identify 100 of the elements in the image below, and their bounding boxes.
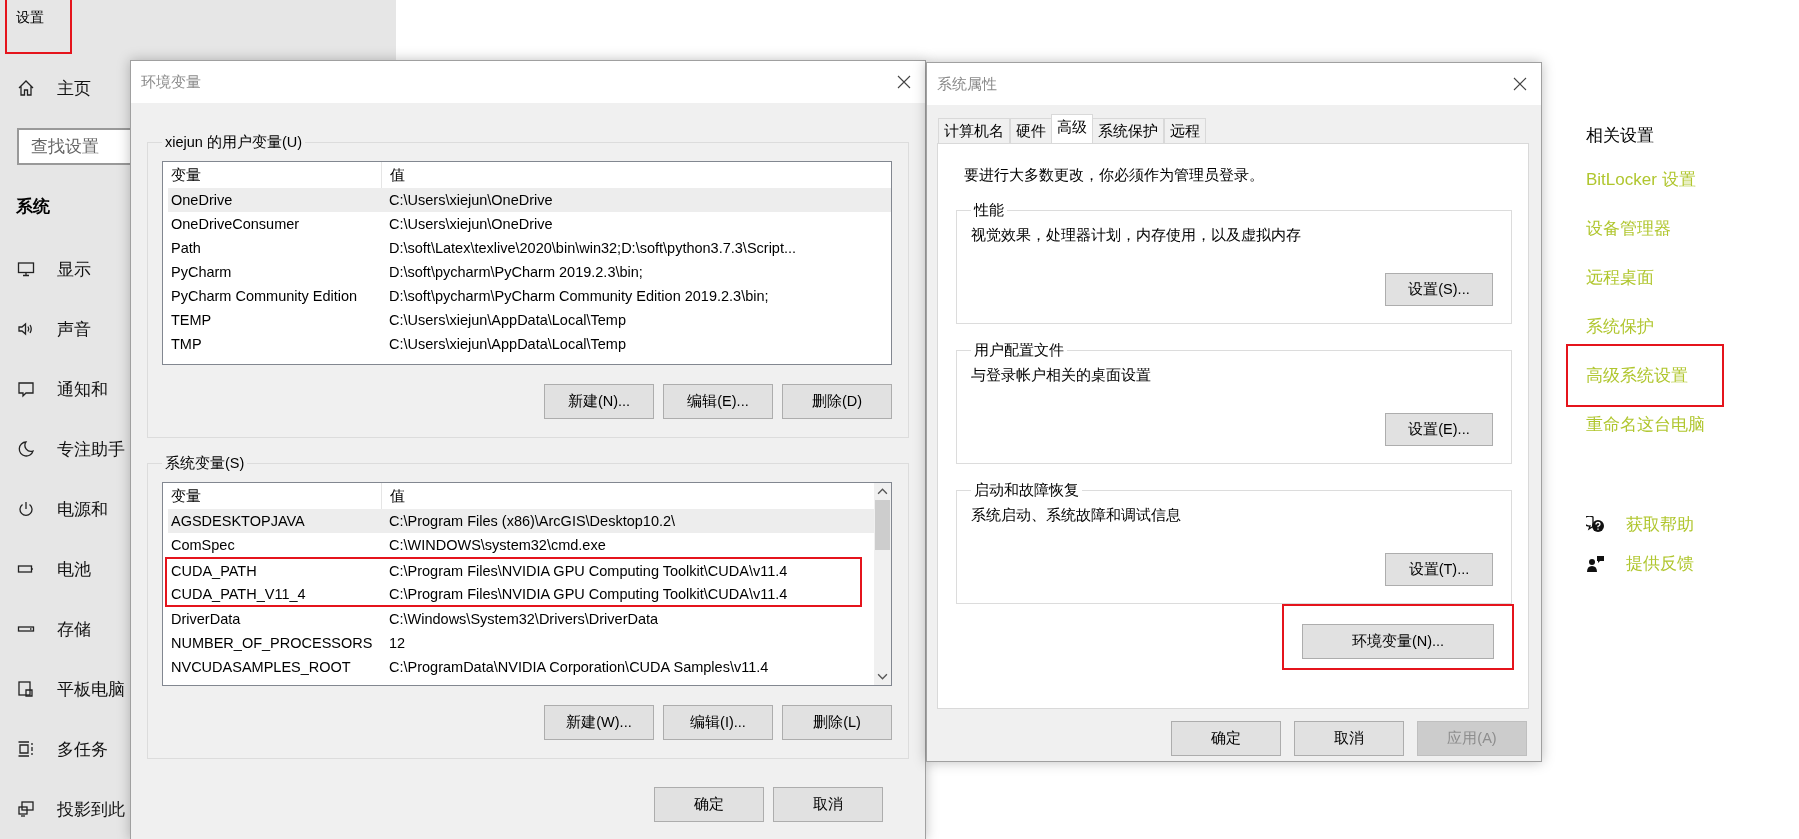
multitask-icon bbox=[17, 740, 35, 758]
list-row[interactable]: PyCharm Community Edition D:\soft\pycharm\PyCharm Community Edition 2019.2.3\bin; bbox=[168, 284, 891, 308]
nav-item[interactable]: 存储 bbox=[57, 617, 91, 641]
environment-variables-button[interactable]: 环境变量(N)... bbox=[1302, 624, 1494, 659]
nav-item[interactable]: 电源和 bbox=[57, 497, 108, 521]
nav-item[interactable]: 平板电脑 bbox=[57, 677, 125, 701]
dialog-button[interactable]: 编辑(E)... bbox=[663, 384, 773, 419]
nav-item[interactable]: 专注助手 bbox=[57, 437, 125, 461]
variable-name: CUDA_PATH_V11_4 bbox=[170, 585, 307, 602]
notifications-icon bbox=[17, 380, 35, 398]
tab[interactable]: 系统保护 bbox=[1092, 118, 1164, 143]
person-icon bbox=[1586, 554, 1606, 573]
sound-icon bbox=[17, 320, 35, 338]
close-icon[interactable] bbox=[897, 75, 911, 89]
power-icon bbox=[17, 500, 35, 518]
list-row[interactable]: Path D:\soft\Latex\texlive\2020\bin\win32;D:\soft\python3.7.3\Script... bbox=[168, 236, 891, 260]
tab[interactable]: 计算机名 bbox=[938, 118, 1010, 143]
dialog-button[interactable]: 确定 bbox=[654, 787, 764, 822]
variable-name: TEMP bbox=[170, 312, 213, 328]
close-icon[interactable] bbox=[1513, 77, 1527, 91]
scroll-thumb[interactable] bbox=[875, 500, 890, 550]
variable-name: NUMBER_OF_PROCESSORS bbox=[170, 635, 374, 651]
list-row[interactable]: OneDrive C:\Users\xiejun\OneDrive bbox=[168, 188, 891, 212]
variable-value: C:\Program Files\NVIDIA GPU Computing Toolkit\CUDA\v11.4 bbox=[388, 585, 788, 602]
variable-value: C:\Users\xiejun\AppData\Local\Temp bbox=[388, 336, 626, 352]
nav-item[interactable]: 通知和 bbox=[57, 377, 108, 401]
list-row[interactable]: TEMP C:\Users\xiejun\AppData\Local\Temp bbox=[168, 308, 891, 332]
variable-name: OneDrive bbox=[170, 192, 234, 208]
dialog-button[interactable]: 删除(D) bbox=[782, 384, 892, 419]
list-row[interactable]: NUMBER_OF_PROCESSORS 12 bbox=[168, 631, 874, 655]
variable-value: C:\Users\xiejun\OneDrive bbox=[388, 216, 553, 232]
window-title: 设置 bbox=[16, 9, 44, 25]
dialog-button[interactable]: 删除(L) bbox=[782, 705, 892, 740]
description-text: 系统启动、系统故障和调试信息 bbox=[971, 506, 1182, 525]
dialog-button[interactable]: 新建(N)... bbox=[544, 384, 654, 419]
variable-name: ComSpec bbox=[170, 537, 236, 553]
dialog-button[interactable]: 确定 bbox=[1171, 721, 1281, 756]
focus-icon bbox=[17, 440, 35, 458]
nav-item[interactable]: 投影到此 bbox=[57, 797, 125, 821]
list-row[interactable]: PyCharm D:\soft\pycharm\PyCharm 2019.2.3\bin; bbox=[168, 260, 891, 284]
nav-item[interactable]: 声音 bbox=[57, 317, 91, 341]
column-header[interactable]: 变量 bbox=[168, 486, 381, 506]
column-header[interactable]: 变量 bbox=[168, 165, 381, 185]
variable-value: C:\ProgramData\NVIDIA Corporation\CUDA Samples\v11.4 bbox=[388, 659, 769, 675]
tab[interactable]: 远程 bbox=[1164, 118, 1206, 143]
tab[interactable]: 硬件 bbox=[1010, 118, 1052, 143]
section-heading: 系统 bbox=[16, 196, 50, 218]
notice-text: 要进行大多数更改，你必须作为管理员登录。 bbox=[964, 166, 1265, 185]
list-row[interactable]: ComSpec C:\WINDOWS\system32\cmd.exe bbox=[168, 533, 874, 557]
variable-name: Path bbox=[170, 240, 202, 256]
list-row[interactable]: CUDA_PATH C:\Program Files\NVIDIA GPU Computing Toolkit\CUDA\v11.4 bbox=[168, 559, 860, 582]
variable-value: D:\soft\pycharm\PyCharm 2019.2.3\bin; bbox=[388, 264, 643, 280]
settings-button[interactable]: 设置(S)... bbox=[1385, 273, 1493, 306]
dialog-button[interactable]: 取消 bbox=[773, 787, 883, 822]
tablet-icon bbox=[17, 680, 35, 698]
variable-value: 12 bbox=[388, 635, 406, 651]
variable-value: C:\Users\xiejun\AppData\Local\Temp bbox=[388, 312, 626, 328]
dialog-title: 环境变量 bbox=[141, 72, 201, 92]
list-row[interactable]: AGSDESKTOPJAVA C:\Program Files (x86)\ArcGIS\Desktop10.2\ bbox=[168, 509, 874, 533]
variable-value: D:\soft\pycharm\PyCharm Community Edition 2019.2.3\bin; bbox=[388, 288, 769, 304]
home-icon bbox=[17, 79, 35, 97]
nav-item[interactable]: 多任务 bbox=[57, 737, 108, 761]
dialog-title: 系统属性 bbox=[937, 74, 997, 94]
variable-value: C:\Windows\System32\Drivers\DriverData bbox=[388, 611, 659, 627]
variable-value: D:\soft\Latex\texlive\2020\bin\win32;D:\soft\python3.7.3\Script... bbox=[388, 240, 797, 256]
list-row[interactable]: OneDriveConsumer C:\Users\xiejun\OneDrive bbox=[168, 212, 891, 236]
nav-item[interactable]: 显示 bbox=[57, 257, 91, 281]
display-icon bbox=[17, 260, 35, 278]
dialog-button[interactable]: 取消 bbox=[1294, 721, 1404, 756]
nav-item[interactable]: 电池 bbox=[57, 557, 91, 581]
description-text: 视觉效果，处理器计划，内存使用，以及虚拟内存 bbox=[971, 226, 1302, 245]
settings-button[interactable]: 设置(T)... bbox=[1385, 553, 1493, 586]
group-label: 系统变量(S) bbox=[164, 454, 246, 473]
list-row[interactable]: NVCUDASAMPLES_ROOT C:\ProgramData\NVIDIA Corporation\CUDA Samples\v11.4 bbox=[168, 655, 874, 679]
list-row[interactable]: CUDA_PATH_V11_4 C:\Program Files\NVIDIA GPU Computing Toolkit\CUDA\v11.4 bbox=[168, 582, 860, 605]
variable-value: C:\Program Files\NVIDIA GPU Computing Toolkit\CUDA\v11.4 bbox=[388, 562, 788, 579]
variable-name: OneDriveConsumer bbox=[170, 216, 301, 232]
help-icon bbox=[1586, 515, 1606, 534]
variable-name: AGSDESKTOPJAVA bbox=[170, 513, 306, 529]
variable-value: C:\Program Files (x86)\ArcGIS\Desktop10.2\ bbox=[388, 513, 676, 529]
dialog-button[interactable]: 新建(W)... bbox=[544, 705, 654, 740]
section-heading: 相关设置 bbox=[1585, 125, 1655, 147]
variable-name: DriverData bbox=[170, 611, 242, 627]
group-label: 性能 bbox=[972, 201, 1005, 220]
description-text: 与登录帐户相关的桌面设置 bbox=[971, 366, 1152, 385]
dialog-button[interactable]: 编辑(I)... bbox=[663, 705, 773, 740]
tab[interactable]: 高级 bbox=[1051, 114, 1093, 143]
scrollbar[interactable] bbox=[874, 483, 891, 685]
nav-item[interactable]: 主页 bbox=[57, 76, 91, 100]
variable-value: C:\WINDOWS\system32\cmd.exe bbox=[388, 537, 606, 553]
variable-name: TMP bbox=[170, 336, 203, 352]
list-row[interactable]: DriverData C:\Windows\System32\Drivers\DriverData bbox=[168, 607, 874, 631]
group-label: 启动和故障恢复 bbox=[973, 481, 1080, 500]
settings-button[interactable]: 设置(E)... bbox=[1385, 413, 1493, 446]
variable-name: NVCUDASAMPLES_ROOT bbox=[170, 659, 352, 675]
list-row[interactable]: TMP C:\Users\xiejun\AppData\Local\Temp bbox=[168, 332, 891, 356]
project-icon bbox=[17, 800, 35, 818]
variable-name: PyCharm Community Edition bbox=[170, 288, 359, 304]
variable-name: CUDA_PATH bbox=[170, 562, 258, 579]
variable-value: C:\Users\xiejun\OneDrive bbox=[388, 192, 553, 208]
